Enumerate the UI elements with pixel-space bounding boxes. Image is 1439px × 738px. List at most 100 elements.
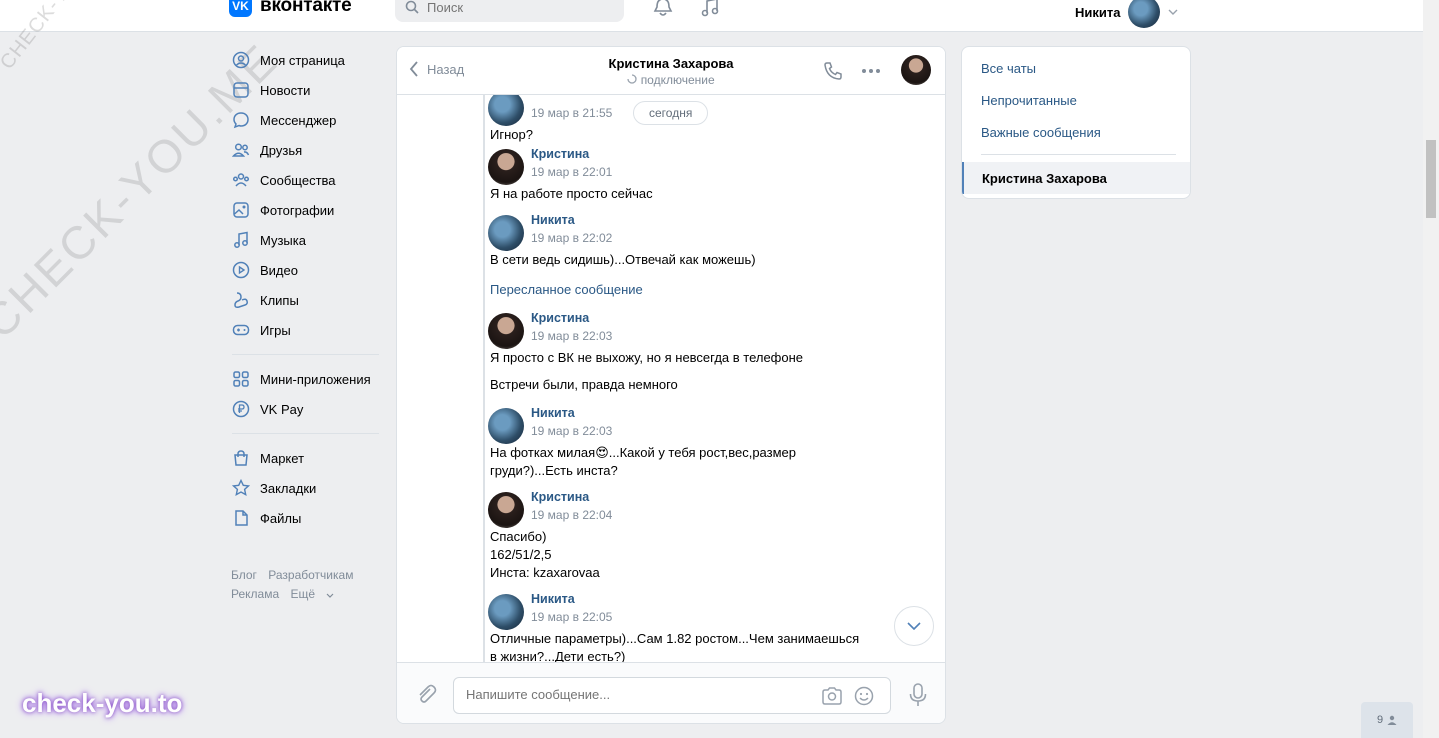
sidebar-item-games[interactable]: Игры [229, 315, 381, 345]
sidebar-item-label: Маркет [260, 450, 305, 466]
camera-icon[interactable] [821, 686, 843, 706]
online-friends-badge[interactable]: 9 [1361, 702, 1413, 738]
sidebar-divider [232, 433, 379, 434]
user-menu[interactable]: Никита [1075, 0, 1178, 28]
sidebar-item-label: Новости [260, 82, 311, 98]
sidebar-item-bookmarks[interactable]: Закладки [229, 473, 381, 503]
author-avatar[interactable] [488, 594, 524, 630]
user-icon [232, 51, 250, 69]
message-input[interactable] [466, 687, 796, 702]
apps-icon [233, 371, 249, 387]
sidebar-item-label: Друзья [260, 142, 303, 158]
message-input-box[interactable] [453, 677, 891, 714]
market-icon [234, 450, 248, 466]
footer-link-more[interactable]: Ещё [290, 587, 334, 601]
message-time[interactable]: 19 мар в 21:55 [531, 106, 612, 120]
message-author[interactable]: Никита [531, 592, 575, 606]
sidebar-divider [232, 354, 379, 355]
author-avatar[interactable] [488, 313, 524, 349]
call-icon[interactable] [823, 61, 843, 81]
author-avatar[interactable] [488, 95, 524, 126]
sidebar-item-label: Сообщества [260, 172, 336, 188]
sidebar-item-label: Моя страница [260, 52, 345, 68]
vk-logo[interactable]: VK вконтакте [229, 0, 352, 17]
paperclip-icon[interactable] [415, 683, 437, 705]
chat-header-avatar[interactable] [901, 55, 931, 85]
sidebar-item-label: Видео [260, 262, 298, 278]
message-time[interactable]: 19 мар в 22:03 [531, 424, 612, 438]
message-time[interactable]: 19 мар в 22:04 [531, 508, 612, 522]
sidebar-item-photos[interactable]: Фотографии [229, 195, 381, 225]
footer-link-blog[interactable]: Блог [231, 568, 257, 582]
message-text: Я просто с ВК не выхожу, но я невсегда в… [490, 350, 804, 365]
more-options-icon[interactable] [861, 68, 881, 74]
page-scrollbar-thumb[interactable] [1426, 140, 1436, 218]
message-author[interactable]: Кристина [531, 311, 589, 325]
music-player-icon[interactable] [699, 0, 721, 18]
sidebar-item-news[interactable]: Новости [229, 75, 381, 105]
sidebar-item-mini-apps[interactable]: Мини-приложения [229, 364, 381, 394]
history-divider [483, 95, 485, 662]
sidebar-item-communities[interactable]: Сообщества [229, 165, 381, 195]
games-icon [232, 324, 250, 336]
chevron-down-icon [907, 622, 921, 630]
message-author[interactable]: Кристина [531, 490, 589, 504]
filter-unread[interactable]: Непрочитанные [981, 93, 1077, 108]
author-avatar[interactable] [488, 408, 524, 444]
date-pill[interactable]: сегодня [633, 101, 709, 125]
vkpay-icon [232, 400, 250, 418]
emoji-icon[interactable] [854, 686, 874, 706]
sidebar-item-label: Музыка [260, 232, 306, 248]
author-avatar[interactable] [488, 492, 524, 528]
message-time[interactable]: 19 мар в 22:05 [531, 610, 612, 624]
sidebar-item-label: Фотографии [260, 202, 335, 218]
search-box[interactable] [395, 0, 624, 22]
footer-link-more-label: Ещё [290, 587, 316, 601]
filter-all-chats[interactable]: Все чаты [981, 61, 1036, 76]
sidebar-item-market[interactable]: Маркет [229, 443, 381, 473]
sidebar-item-vk-pay[interactable]: VK Pay [229, 394, 381, 424]
forwarded-message-label[interactable]: Пересланное сообщение [490, 282, 643, 297]
sidebar-item-label: Игры [260, 322, 291, 338]
sidebar-item-files[interactable]: Файлы [229, 503, 381, 533]
message-time[interactable]: 19 мар в 22:02 [531, 231, 612, 245]
friends-icon [232, 143, 250, 157]
author-avatar[interactable] [488, 149, 524, 185]
news-icon [233, 82, 249, 98]
vk-logo-badge: VK [229, 0, 252, 17]
sidebar-item-clips[interactable]: Клипы [229, 285, 381, 315]
message-author[interactable]: Никита [531, 406, 575, 420]
chat-filter-panel: Все чаты Непрочитанные Важные сообщения … [961, 46, 1191, 199]
search-input[interactable] [427, 0, 597, 15]
sidebar-item-label: Мессенджер [260, 112, 337, 128]
message-text: Отличные параметры)...Сам 1.82 ростом...… [490, 631, 860, 662]
left-sidebar: Моя страница Новости Мессенджер Друзья С… [229, 45, 381, 533]
sidebar-item-music[interactable]: Музыка [229, 225, 381, 255]
active-chat-item[interactable]: Кристина Захарова [962, 162, 1190, 194]
message-text: Спасибо) 162/51/2,5 Инста: kzaxarovaa [490, 529, 600, 580]
message-text: Я на работе просто сейчас [490, 186, 653, 201]
top-header: VK вконтакте Никита [0, 0, 1423, 32]
message-author[interactable]: Никита [531, 213, 575, 227]
message-time[interactable]: 19 мар в 22:03 [531, 329, 612, 343]
sidebar-item-label: Файлы [260, 510, 302, 526]
filter-important[interactable]: Важные сообщения [981, 125, 1101, 140]
message-text: Игнор? [490, 127, 533, 142]
page-scrollbar[interactable] [1423, 0, 1439, 738]
sidebar-item-friends[interactable]: Друзья [229, 135, 381, 165]
sidebar-item-my-page[interactable]: Моя страница [229, 45, 381, 75]
sidebar-item-messenger[interactable]: Мессенджер [229, 105, 381, 135]
footer-link-ads[interactable]: Реклама [231, 587, 279, 601]
message-author[interactable]: Кристина [531, 147, 589, 161]
message-time[interactable]: 19 мар в 22:01 [531, 165, 612, 179]
vk-logo-text: вконтакте [260, 0, 352, 16]
microphone-icon[interactable] [908, 683, 928, 707]
author-avatar[interactable] [488, 215, 524, 251]
scroll-to-bottom-button[interactable] [894, 606, 934, 646]
sidebar-item-video[interactable]: Видео [229, 255, 381, 285]
notifications-bell-icon[interactable] [652, 0, 674, 18]
message-history[interactable]: сегодня 19 мар в 21:55 Игнор? Кристина 1… [397, 95, 945, 662]
footer-link-developers[interactable]: Разработчикам [268, 568, 353, 582]
brand-watermark: check-you.to [22, 688, 183, 718]
chevron-down-icon [326, 593, 334, 598]
